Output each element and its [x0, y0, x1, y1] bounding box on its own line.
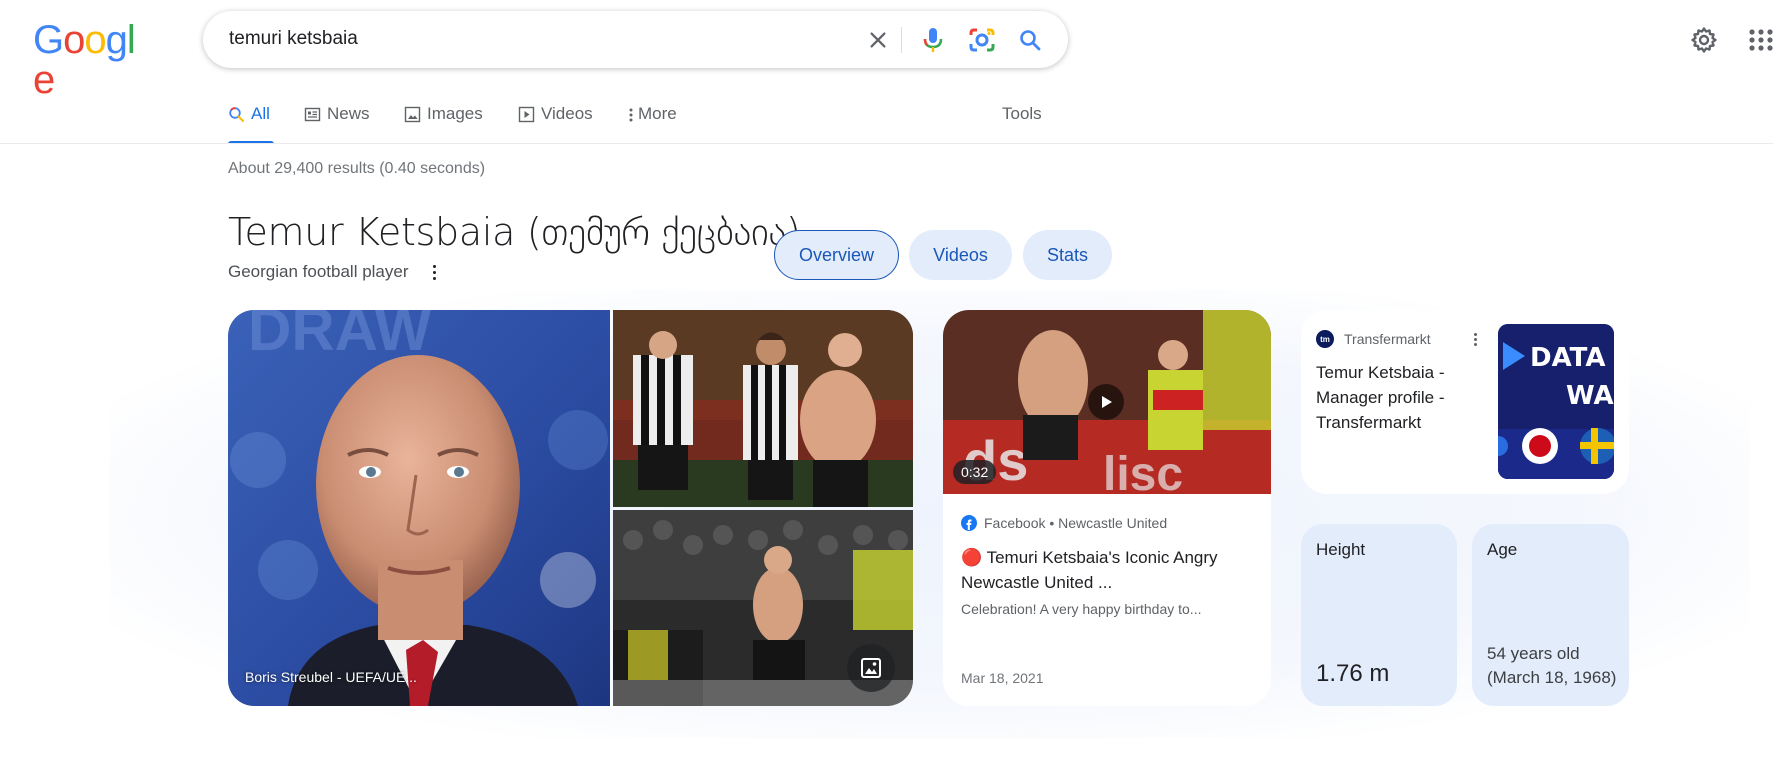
video-title[interactable]: 🔴 Temuri Ketsbaia's Iconic Angry Newcast…: [961, 545, 1261, 595]
play-button[interactable]: [1088, 384, 1124, 420]
entity-image-top-right[interactable]: [613, 310, 913, 507]
tab-more[interactable]: More: [626, 104, 677, 144]
fact-value: 1.76 m: [1316, 660, 1390, 687]
svg-text:lisc: lisc: [1103, 448, 1183, 494]
tab-news[interactable]: News: [304, 104, 370, 144]
video-thumbnail[interactable]: ds' lisc 0:32: [943, 310, 1271, 494]
logo-letter: l: [126, 18, 136, 62]
tab-label: News: [327, 104, 370, 123]
chip-overview[interactable]: Overview: [774, 230, 899, 280]
lens-search-button[interactable]: [965, 23, 999, 57]
google-apps-button[interactable]: [1747, 24, 1773, 56]
search-box[interactable]: temuri ketsbaia: [203, 11, 1068, 68]
entity-image-main[interactable]: DRAW Boris Streubel - UEFA/UE...: [228, 310, 610, 706]
video-duration: 0:32: [953, 460, 997, 484]
transfermarkt-icon: tm: [1316, 330, 1334, 348]
search-submit-button[interactable]: [1013, 23, 1047, 57]
entity-more-options-button[interactable]: [428, 263, 440, 281]
thumb-text-line: WA: [1566, 381, 1614, 411]
chip-videos[interactable]: Videos: [909, 230, 1012, 280]
entity-image-bottom-right[interactable]: [613, 510, 913, 706]
tab-all[interactable]: All: [228, 104, 274, 144]
play-icon: [1102, 396, 1112, 408]
image-icon: [404, 106, 421, 123]
thumb-text-line: DATA: [1530, 343, 1606, 373]
svg-text:tm: tm: [1320, 335, 1330, 344]
tab-label: Images: [427, 104, 483, 123]
logo-letter: o: [84, 18, 106, 62]
search-input[interactable]: temuri ketsbaia: [229, 28, 358, 50]
fact-value: 54 years old (March 18, 1968): [1487, 644, 1617, 687]
transfermarkt-source: tm Transfermarkt: [1316, 330, 1431, 348]
logo-letter: G: [33, 18, 64, 62]
svg-text:DRAW: DRAW: [248, 310, 432, 363]
chip-stats[interactable]: Stats: [1023, 230, 1112, 280]
google-logo[interactable]: Googl e: [33, 18, 149, 100]
video-source: Facebook • Newcastle United: [961, 515, 1167, 531]
logo-letter: e: [33, 58, 55, 102]
transfermarkt-source-label: Transfermarkt: [1344, 331, 1431, 347]
transfermarkt-card[interactable]: tm Transfermarkt Temur Ketsbaia - Manage…: [1301, 310, 1629, 494]
entity-subtitle: Georgian football player: [228, 262, 409, 281]
transfermarkt-thumbnail[interactable]: DATA WA: [1498, 324, 1614, 479]
entity-title: Temur Ketsbaia (თემურ ქეცბაია): [228, 210, 801, 254]
logo-letter: g: [105, 18, 128, 62]
mic-icon: [923, 28, 943, 52]
data-wars-thumbnail-image: DATA WA: [1498, 324, 1614, 479]
tools-button[interactable]: Tools: [1002, 104, 1042, 124]
tab-videos[interactable]: Videos: [518, 104, 593, 144]
tab-label: All: [251, 104, 270, 123]
video-date: Mar 18, 2021: [961, 670, 1044, 686]
tab-images[interactable]: Images: [404, 104, 483, 144]
header-divider: [0, 143, 1773, 144]
gallery-icon: [861, 658, 881, 678]
video-source-label: Facebook • Newcastle United: [984, 515, 1168, 531]
video-description: Celebration! A very happy birthday to...: [961, 601, 1202, 617]
transfermarkt-title[interactable]: Temur Ketsbaia - Manager profile - Trans…: [1316, 360, 1466, 435]
video-icon: [518, 106, 535, 123]
fact-label: Age: [1487, 540, 1518, 559]
logo-letter: o: [63, 18, 85, 62]
dots-vertical-icon: [626, 106, 636, 123]
video-card[interactable]: ds' lisc 0:32 Facebook • Newcastle Unite…: [943, 310, 1271, 706]
facebook-icon: [961, 515, 977, 531]
search-divider: [901, 27, 902, 53]
clear-button[interactable]: [863, 25, 893, 55]
tab-label: More: [638, 104, 677, 123]
fact-label: Height: [1316, 540, 1366, 559]
apps-icon: [1749, 29, 1773, 51]
fact-card-age[interactable]: Age 54 years old (March 18, 1968): [1472, 524, 1629, 706]
players-celebrating-image: [613, 310, 913, 507]
clear-icon: [870, 32, 886, 48]
fact-card-height[interactable]: Height 1.76 m: [1301, 524, 1457, 706]
lens-icon: [969, 28, 995, 52]
settings-button[interactable]: [1688, 24, 1720, 56]
image-caption: Boris Streubel - UEFA/UE...: [245, 669, 417, 685]
search-icon: [1020, 30, 1041, 51]
result-stats: About 29,400 results (0.40 seconds): [228, 160, 486, 177]
news-icon: [304, 106, 321, 123]
voice-search-button[interactable]: [916, 23, 950, 57]
transfermarkt-more-button[interactable]: [1471, 332, 1479, 346]
settings-icon: [1691, 27, 1717, 53]
search-icon: [228, 106, 245, 123]
portrait-image: DRAW: [228, 310, 610, 706]
image-gallery-button[interactable]: [847, 644, 895, 692]
tab-label: Videos: [541, 104, 593, 123]
